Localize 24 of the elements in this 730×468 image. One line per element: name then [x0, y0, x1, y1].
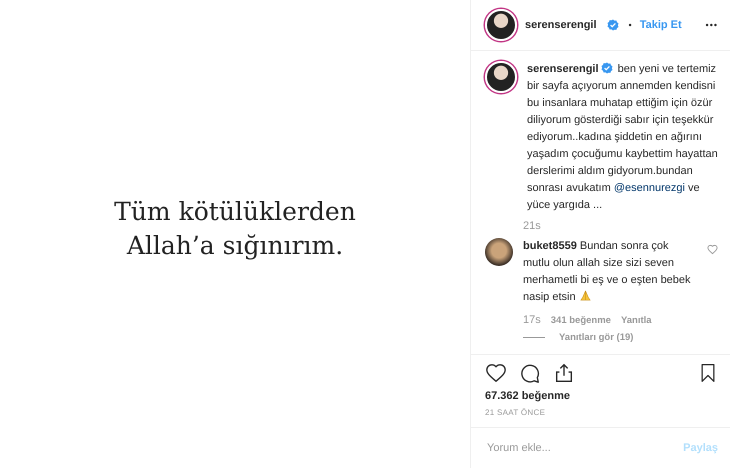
mention-link[interactable]: @esennurezgi — [614, 182, 685, 194]
comment-likes-link[interactable]: 341 beğenme — [550, 315, 611, 326]
heart-icon[interactable] — [485, 362, 507, 384]
more-button[interactable]: ••• — [706, 20, 718, 30]
avatar[interactable] — [485, 238, 513, 266]
post-quote-line: Allah’a sığınırım. — [126, 230, 344, 262]
caption-text: serenserengil ben yeni ve tertemiz bir sayfa açıyorum annemden kendisni bu insanlara muhatap ettiğim için özür diliyorum gösterdiği sabır için teşekkür ediyorum..kadına şiddetin en ağırını yaşadım çocuğumu kaybettim hayattan derslerimi aldım gidyorum.bundan sonrası avukatım @esennurezgi ve yüce yargıda ... — [527, 61, 718, 213]
caption-time: 21s — [523, 220, 542, 232]
avatar[interactable] — [485, 9, 517, 41]
comment-field[interactable]: Yorum ekle... — [485, 441, 684, 455]
username-link[interactable]: serenserengil — [525, 19, 597, 31]
separator: • — [628, 20, 632, 30]
reply-link[interactable]: Yanıtla — [620, 315, 652, 326]
comment-icon[interactable] — [519, 362, 541, 384]
comment-text: buket8559 Bundan sonra çok mutlu olun allah size sizi seven merhametli bi eş ve o eşten bebek nasip etsin — [523, 239, 692, 305]
follow-button[interactable]: Takip Et — [640, 19, 682, 31]
likes-count[interactable]: 67.362 beğenme — [485, 390, 718, 402]
view-replies-link[interactable]: Yanıtları gör (19) — [559, 332, 634, 343]
post-quote-line: Tüm kötülüklerden — [114, 196, 356, 228]
post-time: 21 SAAT ÖNCE — [485, 408, 546, 417]
avatar[interactable] — [485, 61, 517, 93]
comment-time: 17s — [523, 314, 541, 326]
like-icon[interactable] — [707, 244, 718, 255]
share-icon[interactable] — [553, 362, 575, 384]
